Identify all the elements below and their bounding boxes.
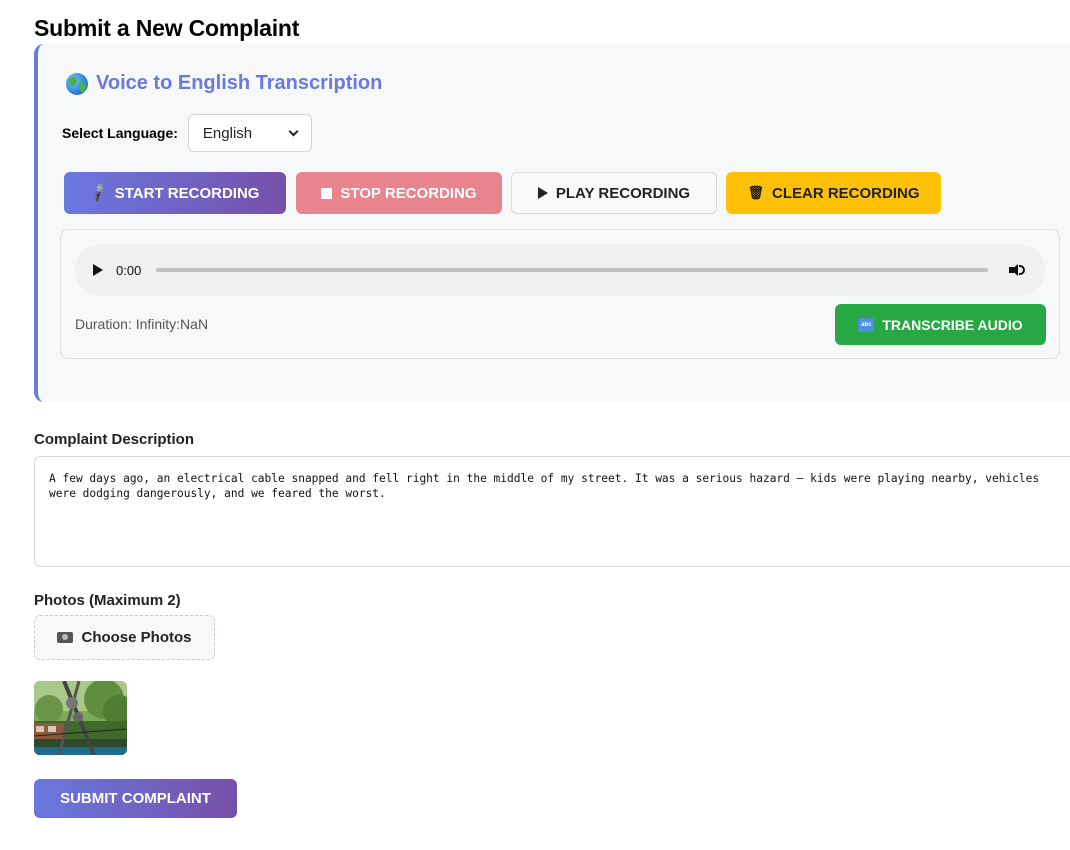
audio-play-icon[interactable] <box>93 264 103 276</box>
photo-thumbnail-image <box>34 681 127 755</box>
duration-text: Duration: Infinity:NaN <box>75 316 209 332</box>
page-title: Submit a New Complaint <box>34 15 300 41</box>
language-select[interactable]: English <box>187 114 312 152</box>
start-recording-label: START RECORDING <box>114 184 260 202</box>
microphone-icon: 🎤 <box>87 182 110 204</box>
voice-transcription-panel: Voice to English Transcription Select La… <box>34 44 1070 402</box>
stop-recording-label: STOP RECORDING <box>340 184 477 202</box>
clear-recording-label: CLEAR RECORDING <box>772 184 920 202</box>
play-recording-label: PLAY RECORDING <box>555 184 691 202</box>
stop-recording-button[interactable]: STOP RECORDING <box>296 172 502 214</box>
globe-icon <box>66 72 88 95</box>
clear-recording-button[interactable]: 🗑 CLEAR RECORDING <box>726 172 941 214</box>
chevron-down-icon <box>288 126 299 136</box>
transcribe-audio-label: TRANSCRIBE AUDIO <box>882 316 1023 333</box>
description-textarea[interactable]: A few days ago, an electrical cable snap… <box>34 456 1070 567</box>
photos-label: Photos (Maximum 2) <box>34 592 181 609</box>
camera-icon <box>57 632 74 643</box>
audio-player: 0:00 <box>75 244 1045 296</box>
choose-photos-button[interactable]: Choose Photos <box>34 615 215 660</box>
stop-icon <box>321 187 333 199</box>
voice-panel-title: Voice to English Transcription <box>66 72 382 95</box>
voice-panel-title-text: Voice to English Transcription <box>96 72 383 94</box>
transcribe-audio-button[interactable]: abc TRANSCRIBE AUDIO <box>835 304 1046 345</box>
submit-complaint-button[interactable]: SUBMIT COMPLAINT <box>34 779 237 818</box>
language-select-value: English <box>202 124 253 142</box>
abc-icon: abc <box>858 317 875 332</box>
photo-thumbnail[interactable] <box>34 681 127 755</box>
language-label: Select Language: <box>62 125 178 141</box>
audio-seek-bar[interactable] <box>156 268 989 272</box>
choose-photos-label: Choose Photos <box>81 629 192 646</box>
audio-time: 0:00 <box>116 262 142 278</box>
trash-icon: 🗑 <box>747 185 764 200</box>
language-row: Select Language: English <box>62 114 312 152</box>
audio-preview-box: 0:00 Duration: Infinity:NaN abc TRANSCRI… <box>60 229 1060 359</box>
description-label: Complaint Description <box>34 431 195 448</box>
volume-icon[interactable] <box>1009 262 1026 278</box>
start-recording-button[interactable]: 🎤 START RECORDING <box>64 172 286 214</box>
play-icon <box>537 187 548 199</box>
play-recording-button[interactable]: PLAY RECORDING <box>511 172 717 214</box>
